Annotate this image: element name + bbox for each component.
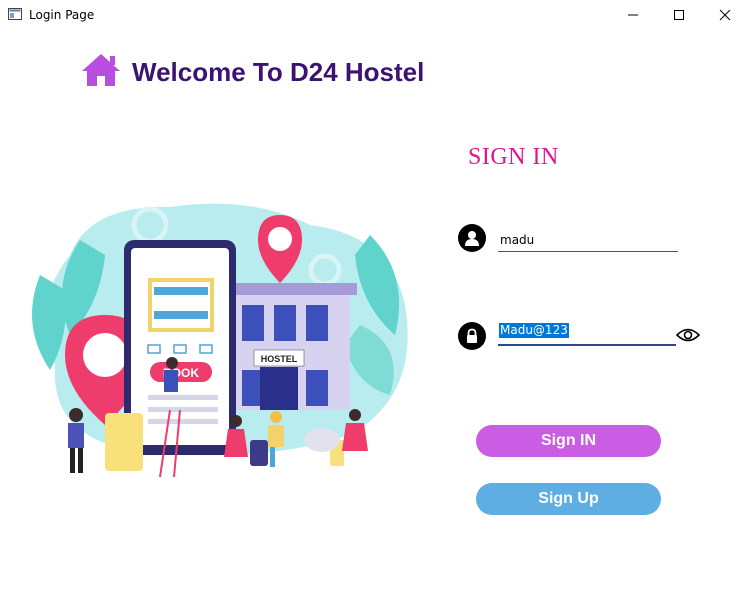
signin-heading: SIGN IN (468, 144, 559, 170)
minimize-button[interactable] (610, 0, 656, 30)
eye-icon[interactable] (676, 326, 700, 344)
password-selected-text: Madu@123 (499, 323, 569, 338)
signup-button[interactable]: Sign Up (476, 483, 661, 515)
window-titlebar: Login Page (0, 0, 742, 30)
password-input[interactable]: Madu@123 (498, 320, 676, 346)
close-button[interactable] (702, 0, 742, 30)
user-icon (458, 224, 486, 252)
username-input[interactable] (498, 229, 678, 252)
app-icon (8, 8, 22, 20)
hostel-sign: HOSTEL (261, 354, 298, 364)
signin-button[interactable]: Sign IN (476, 425, 661, 457)
close-icon (719, 9, 731, 21)
page-title: Welcome To D24 Hostel (132, 57, 425, 87)
hostel-illustration: HOSTEL BOOK (32, 203, 408, 478)
maximize-icon (674, 10, 684, 20)
home-icon (82, 54, 120, 86)
lock-icon (458, 322, 486, 350)
maximize-button[interactable] (656, 0, 702, 30)
window-title: Login Page (29, 8, 95, 22)
minimize-icon (628, 14, 638, 16)
